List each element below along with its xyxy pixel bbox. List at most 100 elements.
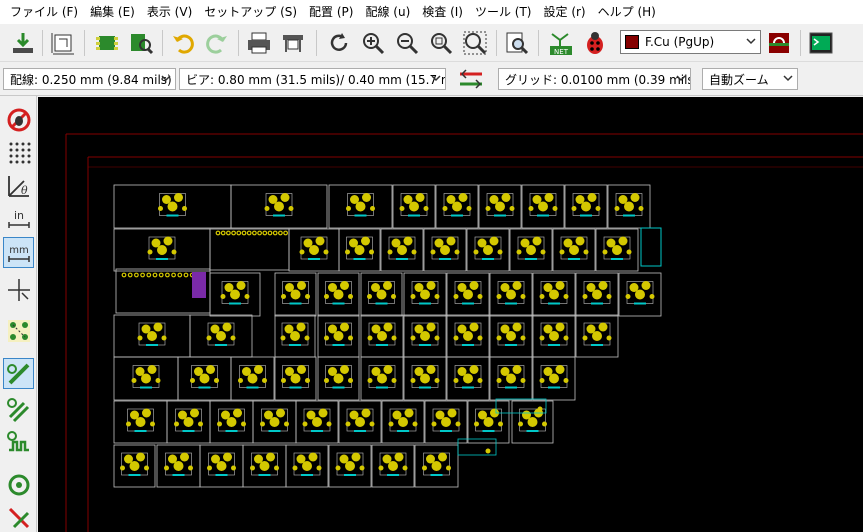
pin [215,230,221,236]
auto-track-width-icon[interactable] [456,64,486,94]
silk-label [156,258,168,260]
footprint-browser-icon[interactable] [126,28,156,58]
zoom-in-icon[interactable] [358,28,388,58]
track-width-select[interactable]: 配線: 0.250 mm (9.84 mils) * [3,68,176,90]
menu-tools[interactable]: ツール (T) [469,0,538,24]
tune-track-icon[interactable] [3,427,34,458]
scripting-console-icon[interactable] [806,28,836,58]
delete-icon[interactable] [3,502,34,532]
pad [409,201,419,212]
route-track-icon[interactable] [3,358,34,389]
zoom-selection-icon[interactable] [460,28,490,58]
pad [473,249,479,255]
netlist-icon[interactable]: NET [546,28,576,58]
grid-select[interactable]: グリッド: 0.0100 mm (0.39 mils) [498,68,691,90]
pad [538,201,548,212]
pad [498,421,503,427]
grid-toggle-icon[interactable] [3,136,34,167]
add-via-icon[interactable] [3,469,34,500]
undo-icon[interactable] [168,28,198,58]
polar-coords-icon[interactable]: θ [3,170,34,201]
pad [206,335,212,341]
pad [420,331,430,341]
pad [518,421,523,427]
menu-route[interactable]: 配線 (u) [359,0,416,24]
pad [592,331,602,341]
pad [649,294,655,299]
chevron-down-icon [746,38,756,45]
pad [288,206,294,211]
zoom-select[interactable]: 自動ズーム [702,68,798,90]
pad [440,245,450,255]
menu-place[interactable]: 配置 (P) [303,0,359,24]
zoom-fit-icon[interactable] [426,28,456,58]
pad [141,373,151,384]
menu-help[interactable]: ヘルプ (H) [592,0,662,24]
pad [477,294,483,299]
pad [269,417,280,427]
menu-preferences[interactable]: 設定 (r) [538,0,592,24]
menu-view[interactable]: 表示 (V) [141,0,198,24]
silk-label [505,302,517,305]
pad [402,465,408,471]
pad [411,249,417,255]
pad [495,201,505,212]
pad [563,294,569,299]
pad [305,378,310,383]
pad [126,421,131,427]
pad [431,461,442,471]
pad [399,206,405,211]
silk-label [134,430,147,432]
pad [340,322,349,332]
cursor-shape-icon[interactable] [3,274,34,305]
pad [383,322,393,332]
pad [190,408,199,418]
silk-label [611,258,623,260]
pad [153,322,163,332]
pad [254,365,263,374]
refresh-icon[interactable] [324,28,354,58]
pad [174,421,179,427]
footprint-editor-icon[interactable] [92,28,122,58]
pad [305,294,310,299]
pin [246,230,252,236]
download-icon[interactable] [8,28,38,58]
pad [266,452,275,462]
layer-pair-icon[interactable] [764,28,794,58]
menu-inspect[interactable]: 検査 (I) [416,0,469,24]
units-mm-icon[interactable]: mm [3,237,34,268]
chevron-down-icon [431,75,441,82]
menu-edit[interactable]: 編集 (E) [84,0,141,24]
route-diff-pair-icon[interactable] [3,394,34,425]
pad [618,236,628,246]
drc-marker-icon[interactable] [3,104,34,135]
via-size-select[interactable]: ビア: 0.80 mm (31.5 mils)/ 0.40 mm (15.7 m… [179,68,446,90]
pad [340,281,349,290]
pad [233,408,242,418]
pad [345,249,350,255]
units-inch-icon[interactable]: in [3,203,34,234]
menu-setup[interactable]: セットアップ (S) [198,0,303,24]
pad [281,294,286,299]
pad [324,335,329,341]
svg-text:mm: mm [9,245,28,256]
silk-label [462,344,474,346]
pad [367,335,373,341]
drc-bug-icon[interactable] [580,28,610,58]
pin [236,230,242,236]
board-setup-icon[interactable] [48,28,78,58]
grid-value: グリッド: 0.0100 mm (0.39 mils) [505,72,691,87]
zoom-out-icon[interactable] [392,28,422,58]
pad [446,236,456,246]
pad [376,289,387,300]
layer-select[interactable]: F.Cu (PgUp) [620,30,761,54]
find-icon[interactable] [502,28,532,58]
menu-file[interactable]: ファイル (F) [4,0,84,24]
pcb-canvas[interactable] [38,97,863,532]
pad [296,322,306,332]
plot-icon[interactable] [278,28,308,58]
show-ratsnest-icon[interactable] [3,315,34,346]
print-icon[interactable] [244,28,274,58]
layer-color-swatch [625,35,639,49]
redo-icon[interactable] [202,28,232,58]
